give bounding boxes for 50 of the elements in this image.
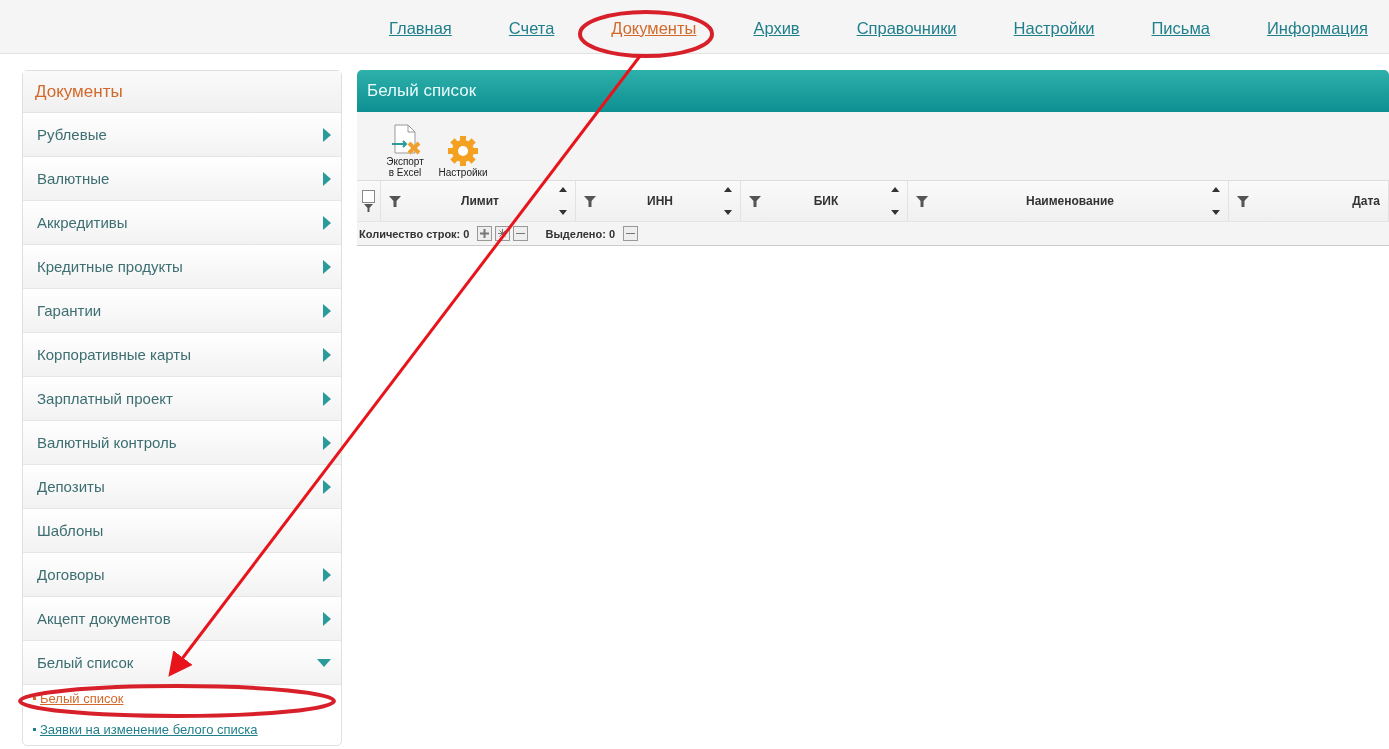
sidebar-item-label: Валютный контроль [37, 434, 177, 451]
sidebar-item-label: Зарплатный проект [37, 390, 173, 407]
sidebar-item-label: Аккредитивы [37, 214, 128, 231]
sort-arrows-icon[interactable] [559, 187, 567, 215]
select-all-checkbox[interactable] [362, 190, 375, 203]
filter-icon[interactable] [1237, 195, 1249, 207]
minus-icon[interactable] [513, 226, 529, 241]
filter-icon[interactable] [749, 195, 761, 207]
sidebar-item-label: Акцепт документов [37, 610, 171, 627]
filter-icon[interactable] [584, 195, 596, 207]
sidebar-item-label: Договоры [37, 566, 105, 583]
nav-link[interactable]: Настройки [1013, 19, 1095, 38]
column-header[interactable]: Лимит [407, 194, 553, 208]
minus-icon[interactable] [623, 226, 639, 241]
row-count-label: Количество строк: 0 [359, 227, 470, 240]
sort-arrows-icon[interactable] [724, 187, 732, 215]
nav-link[interactable]: Архив [753, 19, 800, 38]
nav-link[interactable]: Счета [508, 19, 555, 38]
submenu-link[interactable]: Заявки на изменение белого списка [33, 722, 258, 737]
bullet-icon [33, 727, 36, 731]
gear-icon [446, 133, 480, 168]
panel-title: Белый список [367, 81, 477, 101]
toolbar-button[interactable]: Экспорт в Excel [379, 123, 431, 178]
sidebar-title: Документы [23, 71, 341, 113]
sidebar-item-label: Депозиты [37, 478, 105, 495]
column-header[interactable]: БИК [767, 194, 885, 208]
sort-arrows-icon[interactable] [891, 187, 899, 215]
sidebar-item-label: Белый список [37, 654, 134, 671]
column-header[interactable]: ИНН [602, 194, 718, 208]
sidebar-item-label: Корпоративные карты [37, 346, 191, 363]
bullet-icon [33, 696, 36, 700]
sidebar-item-label: Шаблоны [37, 522, 104, 539]
add-row-icon[interactable] [477, 226, 493, 241]
nav-link[interactable]: Письма [1151, 19, 1210, 38]
sidebar-item-label: Рублевые [37, 126, 107, 143]
submenu-link[interactable]: Белый список [33, 691, 124, 706]
sidebar-item-label: Кредитные продукты [37, 258, 183, 275]
sidebar-item-label: Гарантии [37, 302, 102, 319]
nav-link[interactable]: Главная [389, 19, 452, 38]
column-header[interactable]: Наименование [934, 194, 1206, 208]
filter-icon[interactable] [916, 195, 928, 207]
column-header[interactable]: Дата [1255, 194, 1380, 208]
nav-link[interactable]: Справочники [856, 19, 957, 38]
nav-link[interactable]: Информация [1266, 19, 1368, 38]
nav-link[interactable]: Документы [611, 19, 697, 38]
selected-count-label: Выделено: 0 [545, 227, 616, 240]
sidebar-item-label: Валютные [37, 170, 110, 187]
filter-icon[interactable] [389, 195, 401, 207]
sort-arrows-icon[interactable] [1212, 187, 1220, 215]
toolbar-button[interactable]: Настройки [437, 133, 489, 178]
